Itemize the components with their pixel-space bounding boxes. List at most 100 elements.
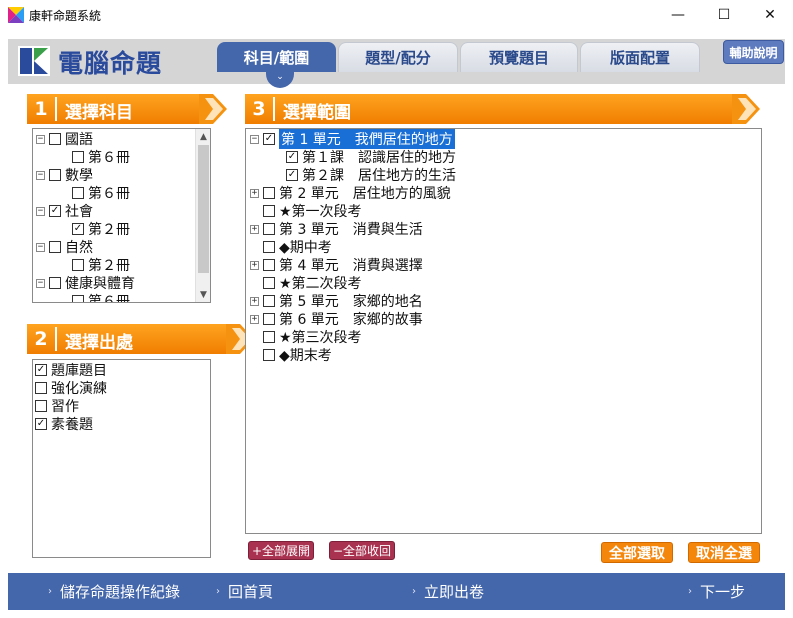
source-checkbox[interactable]: ✓ xyxy=(35,364,47,376)
scroll-up-icon[interactable]: ▲ xyxy=(196,129,210,144)
range-checkbox[interactable] xyxy=(263,223,275,235)
expand-toggle-icon[interactable]: − xyxy=(250,134,259,144)
deselect-all-button[interactable]: 取消全選 xyxy=(688,542,760,563)
range-item[interactable]: − ✓ 第 1 單元 我們居住的地方 xyxy=(250,129,455,149)
range-checkbox[interactable] xyxy=(263,349,275,361)
range-label: 第１課 認識居住的地方 xyxy=(302,150,456,166)
subject-checkbox[interactable] xyxy=(49,133,61,145)
range-checkbox[interactable] xyxy=(263,313,275,325)
section-arrow-icon xyxy=(732,94,760,124)
next-step-button[interactable]: › 下一步 xyxy=(688,573,745,610)
range-checkbox[interactable] xyxy=(263,259,275,271)
subject-checkbox[interactable] xyxy=(49,241,61,253)
print-now-button[interactable]: › 立即出卷 xyxy=(412,573,484,610)
range-checkbox[interactable] xyxy=(263,205,275,217)
source-list[interactable]: ✓ 題庫題目 強化演練 習作 ✓ 素養題 xyxy=(32,359,211,558)
range-checkbox[interactable]: ✓ xyxy=(286,169,298,181)
range-checkbox[interactable] xyxy=(263,331,275,343)
range-item[interactable]: + 第 3 單元 消費與生活 xyxy=(250,220,423,238)
collapse-toggle-icon[interactable]: − xyxy=(36,170,45,180)
collapse-toggle-icon[interactable]: − xyxy=(36,206,45,216)
range-item[interactable]: ✓ 第２課 居住地方的生活 xyxy=(286,166,456,184)
range-item[interactable]: + 第 4 單元 消費與選擇 xyxy=(250,256,423,274)
range-item[interactable]: + 第 2 單元 居住地方的風貌 xyxy=(250,184,451,202)
scroll-thumb[interactable] xyxy=(198,145,209,273)
tab-preview[interactable]: 預覽題目 xyxy=(460,42,578,72)
range-checkbox[interactable]: ✓ xyxy=(263,133,275,145)
volume-checkbox[interactable] xyxy=(72,259,84,271)
subject-item[interactable]: − 國語 xyxy=(36,130,93,148)
home-button[interactable]: › 回首頁 xyxy=(216,573,273,610)
range-checkbox[interactable] xyxy=(263,187,275,199)
source-item[interactable]: ✓ 素養題 xyxy=(35,415,93,433)
logo-mark-icon xyxy=(18,46,50,76)
range-checkbox[interactable] xyxy=(263,241,275,253)
subject-tree[interactable]: − 國語 第６冊 − 數學 第６冊 − ✓ 社會 ✓ 第２冊 − 自然 第２冊 − 健康與體育 第６冊 ▲ ▼ xyxy=(32,128,211,303)
subject-item[interactable]: − 數學 xyxy=(36,166,93,184)
collapse-toggle-icon[interactable]: − xyxy=(36,278,45,288)
select-all-button[interactable]: 全部選取 xyxy=(601,542,673,563)
source-item[interactable]: ✓ 題庫題目 xyxy=(35,361,107,379)
section-title: 選擇範圍 xyxy=(283,103,351,123)
expand-toggle-icon[interactable]: + xyxy=(250,296,259,306)
source-item[interactable]: 強化演練 xyxy=(35,379,107,397)
volume-item[interactable]: 第２冊 xyxy=(72,256,130,274)
subject-scrollbar[interactable]: ▲ ▼ xyxy=(195,129,210,302)
expand-toggle-icon[interactable]: + xyxy=(250,314,259,324)
volume-item[interactable]: 第６冊 xyxy=(72,148,130,166)
range-checkbox[interactable]: ✓ xyxy=(286,151,298,163)
volume-checkbox[interactable]: ✓ xyxy=(72,223,84,235)
tab-subject-range[interactable]: 科目/範圍 xyxy=(217,42,336,72)
range-label: 第 2 單元 居住地方的風貌 xyxy=(279,186,451,202)
source-checkbox[interactable]: ✓ xyxy=(35,418,47,430)
range-item[interactable]: + 第 6 單元 家鄉的故事 xyxy=(250,310,423,328)
collapse-toggle-icon[interactable]: − xyxy=(36,242,45,252)
volume-item[interactable]: 第６冊 xyxy=(72,184,130,202)
tab-layout[interactable]: 版面配置 xyxy=(580,42,700,72)
volume-checkbox[interactable] xyxy=(72,151,84,163)
volume-checkbox[interactable] xyxy=(72,295,84,302)
range-label: ★第三次段考 xyxy=(279,330,362,346)
volume-checkbox[interactable] xyxy=(72,187,84,199)
help-button[interactable]: 輔助說明 xyxy=(723,40,784,64)
source-item[interactable]: 習作 xyxy=(35,397,79,415)
range-label: ◆期末考 xyxy=(279,348,332,364)
range-item[interactable]: ◆期中考 xyxy=(250,238,332,256)
range-item[interactable]: ★第二次段考 xyxy=(250,274,362,292)
volume-item[interactable]: ✓ 第２冊 xyxy=(72,220,130,238)
expand-toggle-icon[interactable]: + xyxy=(250,188,259,198)
expand-toggle-icon[interactable]: + xyxy=(250,260,259,270)
scroll-down-icon[interactable]: ▼ xyxy=(196,287,210,302)
range-item[interactable]: ◆期末考 xyxy=(250,346,332,364)
collapse-toggle-icon[interactable]: − xyxy=(36,134,45,144)
source-checkbox[interactable] xyxy=(35,382,47,394)
subject-checkbox[interactable] xyxy=(49,277,61,289)
volume-item[interactable]: 第６冊 xyxy=(72,292,130,302)
subject-checkbox[interactable]: ✓ xyxy=(49,205,61,217)
subject-item[interactable]: − 健康與體育 xyxy=(36,274,135,292)
chevron-right-icon: › xyxy=(688,586,692,597)
collapse-all-button[interactable]: −全部收回 xyxy=(329,541,395,560)
save-log-button[interactable]: › 儲存命題操作紀錄 xyxy=(48,573,180,610)
range-label: 第２課 居住地方的生活 xyxy=(302,168,456,184)
range-checkbox[interactable] xyxy=(263,277,275,289)
range-item[interactable]: + 第 5 單元 家鄉的地名 xyxy=(250,292,423,310)
expand-all-button[interactable]: +全部展開 xyxy=(248,541,314,560)
subject-item[interactable]: − 自然 xyxy=(36,238,93,256)
subject-checkbox[interactable] xyxy=(49,169,61,181)
expand-toggle-icon[interactable]: + xyxy=(250,224,259,234)
source-checkbox[interactable] xyxy=(35,400,47,412)
range-item[interactable]: ✓ 第１課 認識居住的地方 xyxy=(286,148,456,166)
maximize-button[interactable]: ☐ xyxy=(701,0,747,30)
tab-question-type[interactable]: 題型/配分 xyxy=(338,42,458,72)
close-button[interactable]: ✕ xyxy=(747,0,793,30)
range-item[interactable]: ★第一次段考 xyxy=(250,202,362,220)
range-item[interactable]: ★第三次段考 xyxy=(250,328,362,346)
range-tree[interactable]: − ✓ 第 1 單元 我們居住的地方 ✓ 第１課 認識居住的地方 ✓ 第２課 居住地方的生活… xyxy=(245,128,762,534)
minimize-button[interactable]: — xyxy=(655,0,701,30)
subject-item[interactable]: − ✓ 社會 xyxy=(36,202,93,220)
range-checkbox[interactable] xyxy=(263,295,275,307)
volume-label: 第６冊 xyxy=(88,186,130,202)
close-icon: ✕ xyxy=(764,7,776,23)
